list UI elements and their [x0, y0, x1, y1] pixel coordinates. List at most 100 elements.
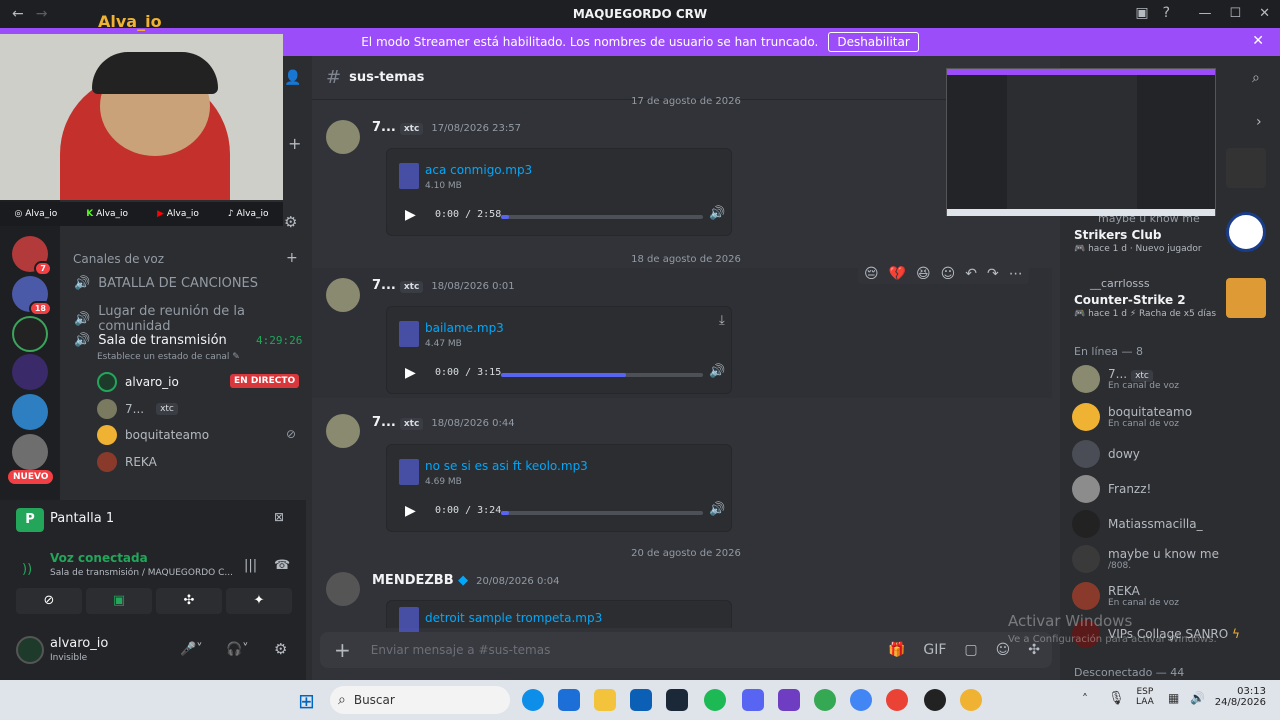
message-author[interactable]: MENDEZBB ◆ 20/08/2026 0:04: [372, 573, 559, 588]
disconnect-icon[interactable]: ☎: [274, 558, 290, 573]
app-icon[interactable]: [960, 689, 982, 711]
mic-icon[interactable]: 🎤˅: [180, 642, 203, 657]
minimize-icon[interactable]: —: [1198, 6, 1211, 21]
activity-user[interactable]: __carrlosss: [1090, 277, 1150, 290]
app-icon[interactable]: [778, 689, 800, 711]
voice-member-7[interactable]: 7... xtc: [97, 399, 178, 419]
spotify-icon[interactable]: [704, 689, 726, 711]
add-icon[interactable]: +: [288, 134, 301, 153]
language-indicator[interactable]: ESP LAA: [1136, 687, 1154, 707]
voice-member-boquitateamo[interactable]: boquitateamo: [97, 425, 209, 445]
emoji-reaction[interactable]: 😔: [864, 266, 879, 282]
user-settings-icon[interactable]: ⚙: [274, 640, 287, 658]
voice-status[interactable]: Voz conectada: [50, 551, 148, 565]
help-icon[interactable]: ?: [1163, 5, 1170, 21]
edge-icon[interactable]: [522, 689, 544, 711]
audio-progress[interactable]: [501, 511, 703, 515]
gear-icon[interactable]: ⚙: [284, 213, 297, 231]
reply-icon[interactable]: ↶: [965, 266, 977, 282]
voice-channel-sala[interactable]: 🔊 Sala de transmisión: [74, 333, 227, 348]
gift-icon[interactable]: 🎁: [888, 642, 905, 658]
voice-channels-header[interactable]: Canales de voz: [73, 252, 164, 266]
server-icon[interactable]: 18: [12, 276, 52, 316]
channel-status[interactable]: Establece un estado de canal ✎: [97, 352, 240, 362]
avatar[interactable]: [326, 572, 360, 606]
emoji-reaction[interactable]: 💔: [889, 266, 906, 282]
screen-share-button[interactable]: ▣: [86, 588, 152, 614]
add-channel-icon[interactable]: +: [286, 250, 298, 266]
soundboard-button[interactable]: ✦: [226, 588, 292, 614]
avatar[interactable]: [326, 278, 360, 312]
store-icon[interactable]: [630, 689, 652, 711]
server-icon[interactable]: [12, 434, 48, 470]
sticker-icon[interactable]: ▢: [964, 642, 977, 658]
avatar[interactable]: [326, 120, 360, 154]
avatar[interactable]: [326, 414, 360, 448]
chevron-up-icon[interactable]: ˄: [1082, 692, 1088, 706]
copilot-icon[interactable]: [558, 689, 580, 711]
file-explorer-icon[interactable]: [594, 689, 616, 711]
member-row[interactable]: 7... xtc En canal de voz: [1072, 365, 1179, 393]
forward-icon[interactable]: ↷: [987, 266, 999, 282]
volume-icon[interactable]: 🔊: [709, 502, 725, 517]
close-icon[interactable]: ✕: [1252, 33, 1264, 49]
volume-icon[interactable]: 🔊: [1190, 691, 1205, 705]
maximize-icon[interactable]: ☐: [1229, 6, 1241, 21]
close-stream-icon[interactable]: ⊠: [274, 510, 284, 524]
file-name[interactable]: no se si es asi ft keolo.mp3: [425, 459, 588, 473]
camera-off-button[interactable]: ⊘: [16, 588, 82, 614]
message-input[interactable]: Enviar mensaje a #sus-temas: [371, 643, 551, 657]
voice-channel-batalla[interactable]: 🔊 BATALLA DE CANCIONES: [74, 276, 258, 291]
taskbar-search[interactable]: ⌕ Buscar: [330, 686, 510, 714]
windows-start-icon[interactable]: ⊞: [298, 689, 315, 713]
message-author[interactable]: 7... xtc 18/08/2026 0:44: [372, 415, 515, 430]
activity-name[interactable]: Counter-Strike 2: [1074, 293, 1186, 307]
audio-progress[interactable]: [501, 373, 703, 377]
volume-icon[interactable]: 🔊: [709, 206, 725, 221]
member-row[interactable]: dowy: [1072, 440, 1140, 468]
noise-suppression-icon[interactable]: |||: [244, 558, 257, 573]
chrome-icon[interactable]: [850, 689, 872, 711]
voice-member-reka[interactable]: REKA: [97, 452, 157, 472]
close-window-icon[interactable]: ✕: [1259, 6, 1270, 21]
member-row[interactable]: maybe u know me/808.: [1072, 545, 1219, 573]
member-row[interactable]: boquitateamo En canal de voz: [1072, 403, 1192, 431]
mic-icon[interactable]: 🎙: [1108, 691, 1125, 706]
server-icon[interactable]: [12, 394, 48, 430]
add-friend-icon[interactable]: 👤: [284, 70, 301, 86]
file-name[interactable]: aca conmigo.mp3: [425, 163, 532, 177]
message-author[interactable]: 7... xtc 18/08/2026 0:01: [372, 278, 515, 293]
file-name[interactable]: bailame.mp3: [425, 321, 504, 335]
chevron-right-icon[interactable]: ›: [1256, 114, 1262, 130]
audio-progress[interactable]: [501, 215, 703, 219]
clock[interactable]: 03:13 24/8/2026: [1210, 686, 1266, 708]
chrome-icon[interactable]: [814, 689, 836, 711]
file-name[interactable]: detroit sample trompeta.mp3: [425, 611, 602, 625]
member-row[interactable]: Franzz!: [1072, 475, 1151, 503]
play-icon[interactable]: ▶: [405, 503, 416, 519]
search-icon[interactable]: ⌕: [1252, 70, 1260, 86]
add-reaction-icon[interactable]: ☺: [941, 266, 956, 282]
voice-channel-lugar[interactable]: 🔊 Lugar de reunión de la comunidad: [74, 304, 312, 334]
more-icon[interactable]: ⋯: [1009, 266, 1023, 282]
play-icon[interactable]: ▶: [405, 207, 416, 223]
headphones-icon[interactable]: 🎧˅: [226, 642, 249, 657]
activity-name[interactable]: Strikers Club: [1074, 228, 1162, 242]
server-icon[interactable]: [12, 354, 48, 390]
network-icon[interactable]: ▦: [1168, 691, 1179, 705]
activities-button[interactable]: ✣: [156, 588, 222, 614]
obs-icon[interactable]: [924, 689, 946, 711]
gif-icon[interactable]: GIF: [923, 642, 946, 658]
username[interactable]: alvaro_io: [50, 636, 108, 651]
server-icon[interactable]: [12, 316, 48, 352]
disable-button[interactable]: Deshabilitar: [828, 32, 919, 52]
volume-icon[interactable]: 🔊: [709, 364, 725, 379]
attach-icon[interactable]: +: [334, 638, 351, 662]
inbox-icon[interactable]: ▣: [1135, 5, 1148, 21]
steam-icon[interactable]: [666, 689, 688, 711]
member-row[interactable]: Matiassmacilla_: [1072, 510, 1203, 538]
server-icon[interactable]: 7: [12, 236, 52, 276]
emoji-reaction[interactable]: 😆: [916, 266, 931, 282]
member-row[interactable]: REKA En canal de voz: [1072, 582, 1179, 610]
play-icon[interactable]: ▶: [405, 365, 416, 381]
